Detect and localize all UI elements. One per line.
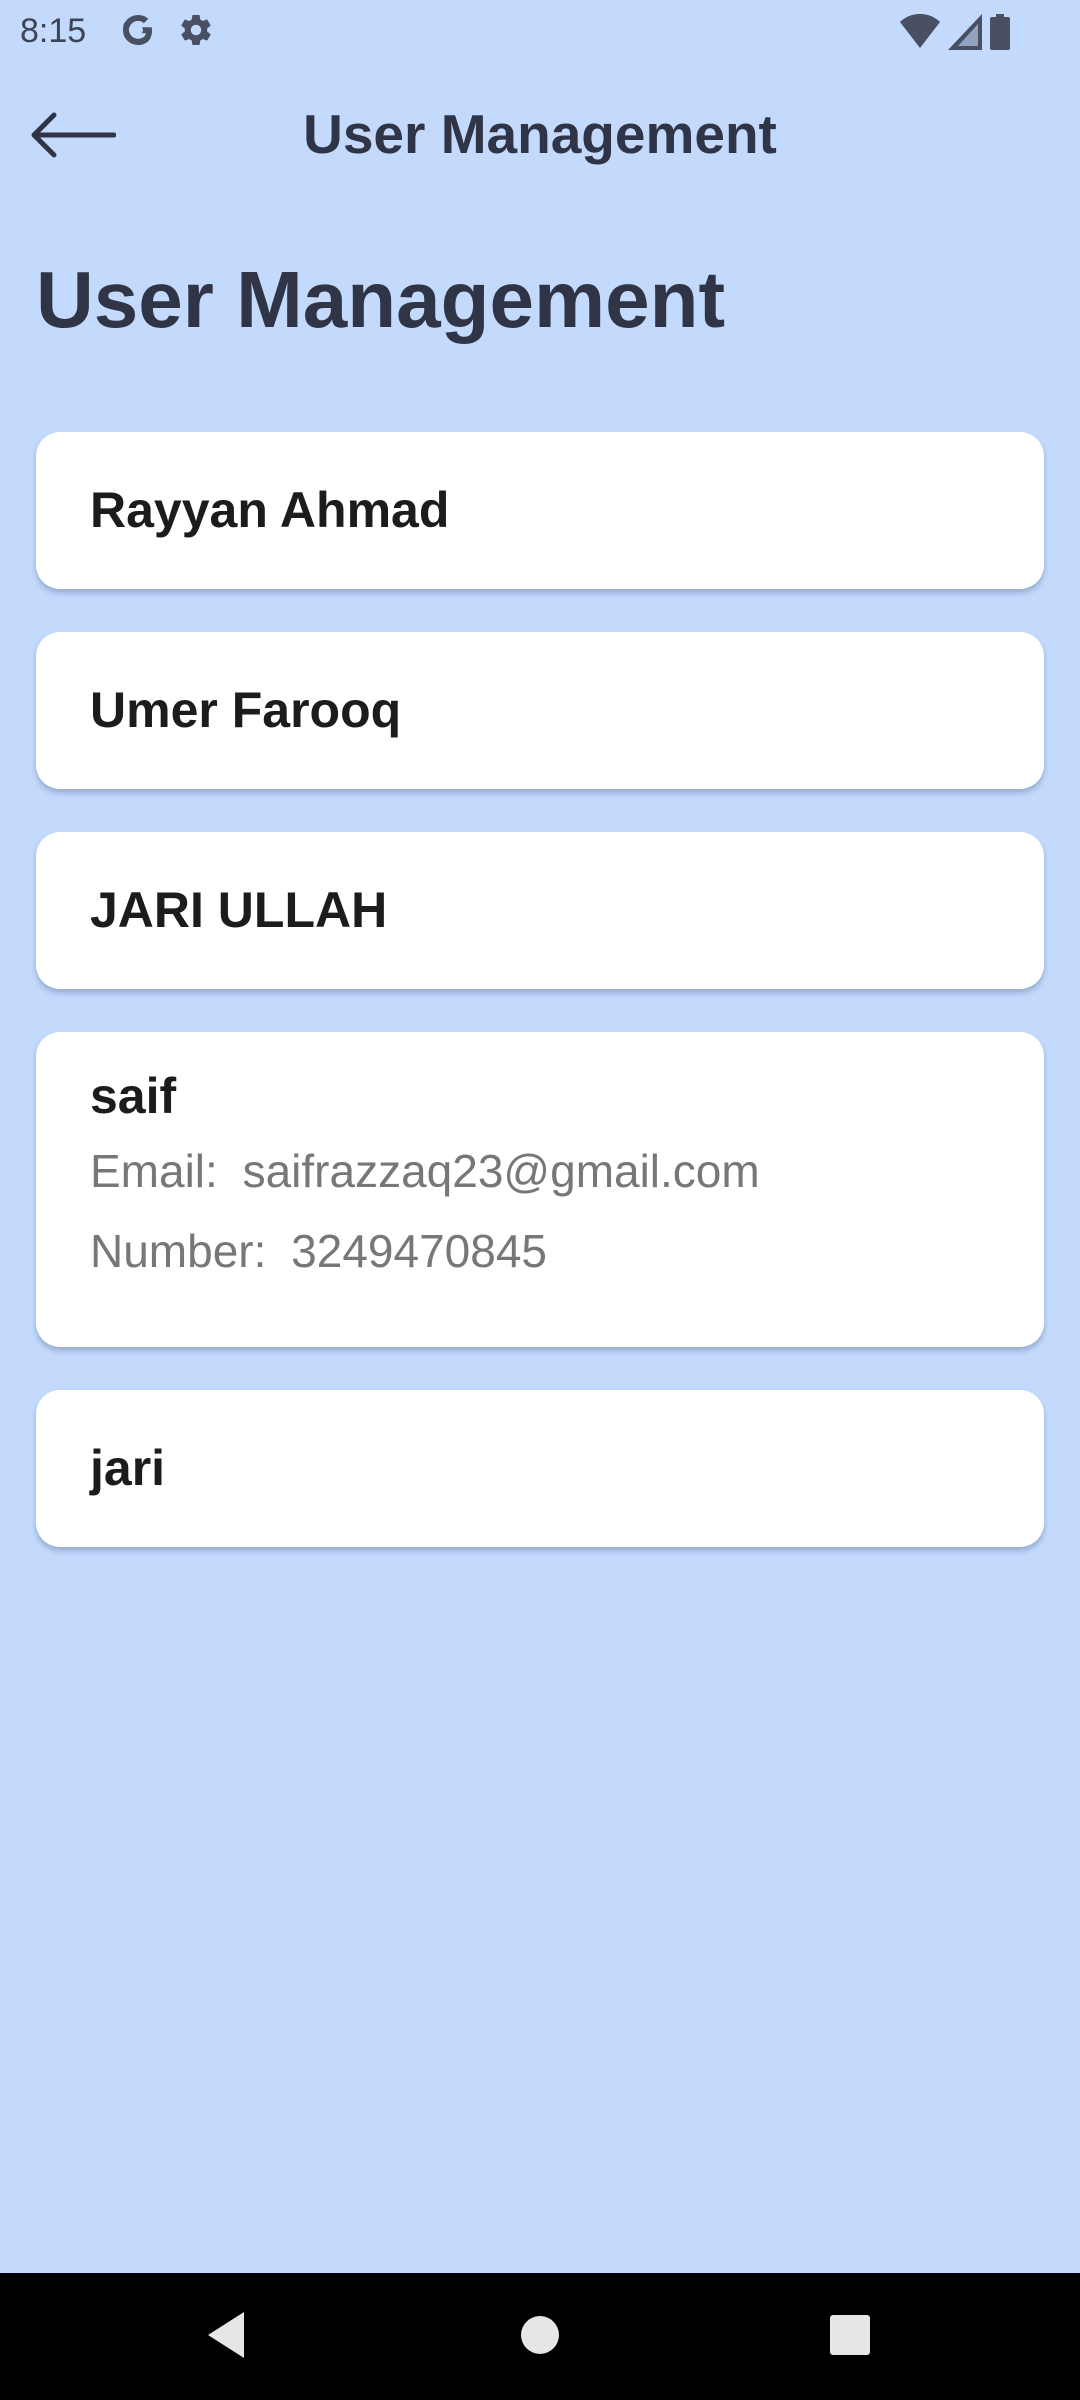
battery-icon — [990, 14, 1010, 55]
app-bar: User Management — [0, 80, 1080, 190]
user-name: Umer Farooq — [90, 682, 402, 738]
nav-home-button[interactable] — [508, 2303, 572, 2367]
app-bar-title: User Management — [303, 103, 777, 165]
page-title: User Management — [36, 255, 726, 344]
recents-square-icon — [830, 2315, 870, 2355]
user-card-rayyan-ahmad[interactable]: Rayyan Ahmad — [36, 432, 1044, 589]
user-number-row: Number: 3249470845 — [90, 1211, 990, 1291]
user-card-jari[interactable]: jari — [36, 1390, 1044, 1547]
nav-back-button[interactable] — [194, 2303, 258, 2367]
system-navigation-bar — [0, 2273, 1080, 2400]
email-value: saifrazzaq23@gmail.com — [242, 1145, 760, 1197]
status-right-group — [900, 14, 1010, 55]
user-name: jari — [90, 1440, 166, 1496]
user-card-jari-ullah[interactable]: JARI ULLAH — [36, 832, 1044, 989]
google-g-icon — [120, 12, 156, 48]
status-bar: 8:15 — [0, 0, 1080, 62]
number-label: Number: — [90, 1225, 267, 1277]
user-email-row: Email: saifrazzaq23@gmail.com — [90, 1131, 990, 1211]
nav-recents-button[interactable] — [818, 2303, 882, 2367]
wifi-icon — [900, 14, 940, 55]
settings-gear-icon — [178, 12, 214, 48]
user-card-saif[interactable]: saif Email: saifrazzaq23@gmail.com Numbe… — [36, 1032, 1044, 1347]
cellular-signal-icon — [948, 14, 982, 55]
home-circle-icon — [521, 2316, 559, 2354]
user-card-umer-farooq[interactable]: Umer Farooq — [36, 632, 1044, 789]
user-name: Rayyan Ahmad — [90, 482, 450, 538]
user-list: Rayyan Ahmad Umer Farooq JARI ULLAH saif… — [36, 432, 1044, 1590]
screen: 8:15 User Management User Management Ray… — [0, 0, 1080, 2400]
email-label: Email: — [90, 1145, 218, 1197]
user-name: JARI ULLAH — [90, 882, 388, 938]
number-value: 3249470845 — [291, 1225, 548, 1277]
back-triangle-icon — [208, 2312, 244, 2358]
user-name: saif — [90, 1068, 177, 1124]
status-time: 8:15 — [20, 12, 87, 50]
